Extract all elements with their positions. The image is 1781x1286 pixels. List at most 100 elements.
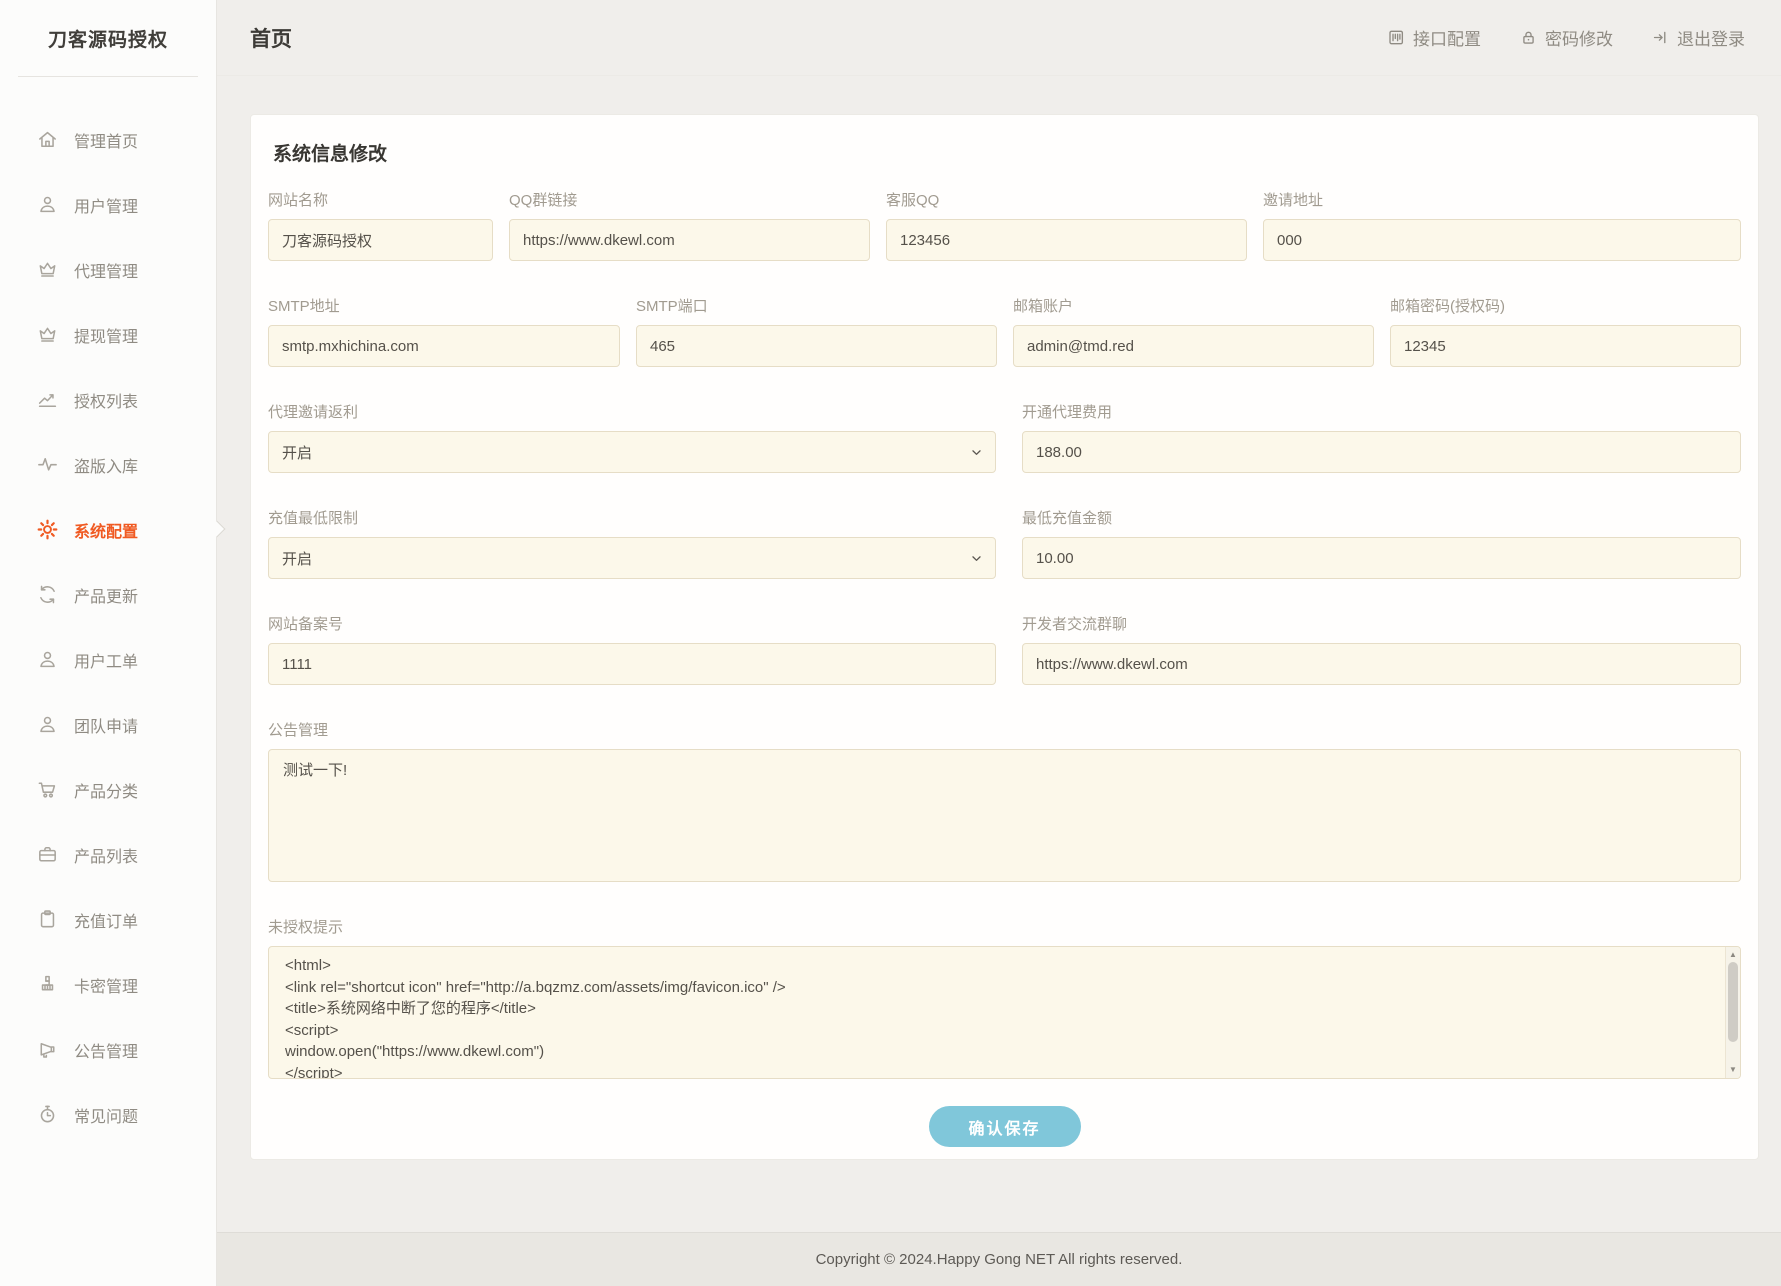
agent-fee-field: 开通代理费用 xyxy=(1022,401,1741,473)
chevron-down-icon xyxy=(970,446,983,459)
sidebar-item-card-key-manage[interactable]: 卡密管理 xyxy=(0,952,216,1017)
sidebar-item-label: 产品分类 xyxy=(74,778,138,802)
sidebar-item-label: 公告管理 xyxy=(74,1038,138,1062)
sidebar-item-product-category[interactable]: 产品分类 xyxy=(0,757,216,822)
qq-group-link-field: QQ群链接 xyxy=(509,189,870,261)
sidebar-item-label: 管理首页 xyxy=(74,128,138,152)
sidebar-item-label: 用户工单 xyxy=(74,648,138,672)
field-label: 代理邀请返利 xyxy=(268,401,996,422)
dev-group-input[interactable] xyxy=(1022,643,1741,685)
mail-account-input[interactable] xyxy=(1013,325,1374,367)
user-icon xyxy=(36,713,59,736)
content-area: 系统信息修改 网站名称 QQ群链接 客服QQ 邀请地址 xyxy=(217,76,1781,1232)
field-label: 邀请地址 xyxy=(1263,189,1741,210)
footer: Copyright © 2024.Happy Gong NET All righ… xyxy=(217,1232,1781,1286)
announcement-textarea[interactable] xyxy=(268,749,1741,882)
system-info-card: 系统信息修改 网站名称 QQ群链接 客服QQ 邀请地址 xyxy=(250,114,1759,1160)
field-label: 公告管理 xyxy=(268,719,1741,740)
form-row-2: SMTP地址 SMTP端口 邮箱账户 邮箱密码(授权码) xyxy=(268,295,1741,367)
home-icon xyxy=(36,128,59,151)
sidebar-item-auth-list[interactable]: 授权列表 xyxy=(0,367,216,432)
textarea-scrollbar[interactable]: ▲ ▼ xyxy=(1725,947,1740,1078)
sidebar-item-label: 产品列表 xyxy=(74,843,138,867)
sidebar-item-announce-manage[interactable]: 公告管理 xyxy=(0,1017,216,1082)
brush-icon xyxy=(36,973,59,996)
sidebar-item-user-ticket[interactable]: 用户工单 xyxy=(0,627,216,692)
field-label: 未授权提示 xyxy=(268,916,1741,937)
sidebar-item-user-manage[interactable]: 用户管理 xyxy=(0,172,216,237)
unauthorized-tip-code-wrap: ▲ ▼ xyxy=(268,946,1741,1079)
min-recharge-input[interactable] xyxy=(1022,537,1741,579)
scrollbar-thumb[interactable] xyxy=(1728,962,1738,1042)
sidebar-item-team-apply[interactable]: 团队申请 xyxy=(0,692,216,757)
trend-chart-icon xyxy=(36,388,59,411)
sidebar-item-faq[interactable]: 常见问题 xyxy=(0,1082,216,1147)
sidebar-item-label: 系统配置 xyxy=(74,518,138,542)
min-recharge-field: 最低充值金额 xyxy=(1022,507,1741,579)
field-label: 邮箱密码(授权码) xyxy=(1390,295,1741,316)
change-password-button[interactable]: 密码修改 xyxy=(1519,25,1613,50)
sidebar-item-label: 充值订单 xyxy=(74,908,138,932)
sidebar-item-withdraw-manage[interactable]: 提现管理 xyxy=(0,302,216,367)
sidebar-item-manage-home[interactable]: 管理首页 xyxy=(0,107,216,172)
pulse-icon xyxy=(36,453,59,476)
field-label: QQ群链接 xyxy=(509,189,870,210)
agent-rebate-selected-value: 开启 xyxy=(282,442,312,463)
form-row-announcement: 公告管理 xyxy=(268,719,1741,882)
app-logo: 刀客源码授权 xyxy=(0,0,216,76)
site-name-field: 网站名称 xyxy=(268,189,493,261)
crown-icon xyxy=(36,258,59,281)
sidebar-item-product-update[interactable]: 产品更新 xyxy=(0,562,216,627)
copyright-text: Copyright © 2024.Happy Gong NET All righ… xyxy=(816,1251,1183,1268)
smtp-port-input[interactable] xyxy=(636,325,997,367)
invite-address-field: 邀请地址 xyxy=(1263,189,1741,261)
agent-fee-input[interactable] xyxy=(1022,431,1741,473)
mail-password-field: 邮箱密码(授权码) xyxy=(1390,295,1741,367)
field-label: 开通代理费用 xyxy=(1022,401,1741,422)
unauthorized-tip-textarea[interactable] xyxy=(268,946,1741,1079)
sidebar-item-pirate-store[interactable]: 盗版入库 xyxy=(0,432,216,497)
confirm-save-button[interactable]: 确认保存 xyxy=(929,1106,1081,1147)
dev-group-field: 开发者交流群聊 xyxy=(1022,613,1741,685)
sidebar-item-system-config[interactable]: 系统配置 xyxy=(0,497,216,562)
api-config-label: 接口配置 xyxy=(1413,25,1481,50)
field-label: 网站名称 xyxy=(268,189,493,210)
announcement-field: 公告管理 xyxy=(268,719,1741,882)
field-label: 网站备案号 xyxy=(268,613,996,634)
sidebar-item-product-list[interactable]: 产品列表 xyxy=(0,822,216,887)
sidebar-item-label: 产品更新 xyxy=(74,583,138,607)
logout-button[interactable]: 退出登录 xyxy=(1651,25,1745,50)
topbar-actions: 接口配置 密码修改 退出登录 xyxy=(1387,25,1745,50)
smtp-address-input[interactable] xyxy=(268,325,620,367)
cart-icon xyxy=(36,778,59,801)
agent-rebate-select[interactable]: 开启 xyxy=(268,431,996,473)
scrollbar-down-arrow[interactable]: ▼ xyxy=(1726,1065,1740,1075)
sidebar-item-agent-manage[interactable]: 代理管理 xyxy=(0,237,216,302)
logout-icon xyxy=(1651,28,1670,47)
icp-number-field: 网站备案号 xyxy=(268,613,996,685)
sidebar-nav: 管理首页 用户管理 代理管理 提现管理 授权列表 盗版入库 系统配置 xyxy=(0,77,216,1147)
service-qq-input[interactable] xyxy=(886,219,1247,261)
form-row-4: 充值最低限制 开启 最低充值金额 xyxy=(268,507,1741,579)
change-password-label: 密码修改 xyxy=(1545,25,1613,50)
refresh-icon xyxy=(36,583,59,606)
button-row: 确认保存 xyxy=(268,1106,1741,1147)
icp-number-input[interactable] xyxy=(268,643,996,685)
scrollbar-up-arrow[interactable]: ▲ xyxy=(1726,950,1740,960)
field-label: 充值最低限制 xyxy=(268,507,996,528)
site-name-input[interactable] xyxy=(268,219,493,261)
crown-icon xyxy=(36,323,59,346)
field-label: SMTP端口 xyxy=(636,295,997,316)
api-config-button[interactable]: 接口配置 xyxy=(1387,25,1481,50)
mail-password-input[interactable] xyxy=(1390,325,1741,367)
field-label: 开发者交流群聊 xyxy=(1022,613,1741,634)
recharge-limit-select[interactable]: 开启 xyxy=(268,537,996,579)
sidebar-item-recharge-order[interactable]: 充值订单 xyxy=(0,887,216,952)
form-row-1: 网站名称 QQ群链接 客服QQ 邀请地址 xyxy=(268,189,1741,261)
user-icon xyxy=(36,193,59,216)
form-title: 系统信息修改 xyxy=(268,139,1741,166)
invite-address-input[interactable] xyxy=(1263,219,1741,261)
logout-label: 退出登录 xyxy=(1677,25,1745,50)
qq-group-link-input[interactable] xyxy=(509,219,870,261)
api-config-icon xyxy=(1387,28,1406,47)
